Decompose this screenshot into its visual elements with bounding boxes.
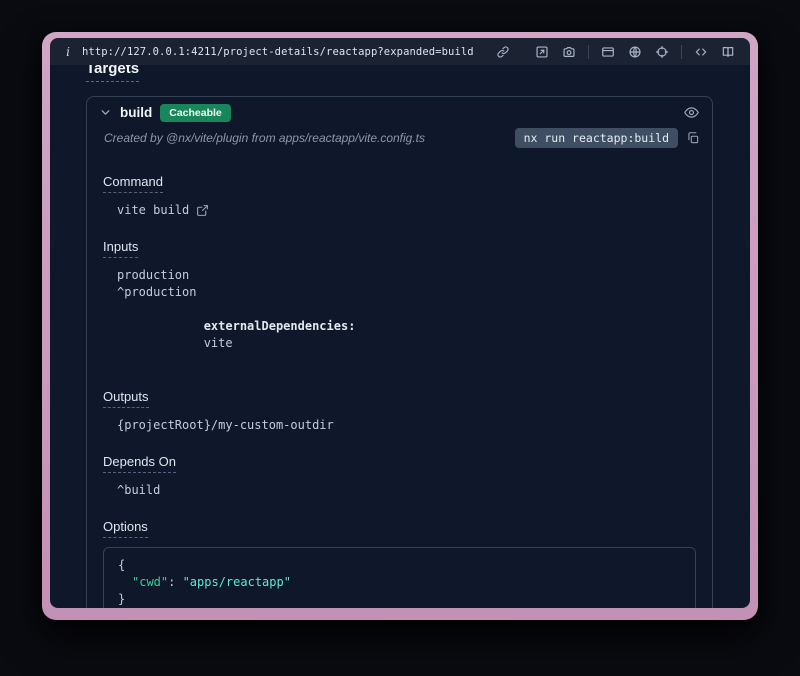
section-title: Depends On <box>103 454 176 473</box>
section-depends-on: Depends On ^build <box>103 454 696 499</box>
output-value: {projectRoot}/my-custom-outdir <box>117 417 696 434</box>
url-text: http://127.0.0.1:4211/project-details/re… <box>82 46 474 58</box>
crosshair-icon[interactable] <box>652 42 672 62</box>
section-title: Command <box>103 174 163 193</box>
toolbar-separator <box>588 45 589 59</box>
input-dep-key: externalDependencies: <box>204 319 356 333</box>
target-subheader: Created by @nx/vite/plugin from apps/rea… <box>87 126 712 160</box>
section-title: Options <box>103 519 148 538</box>
run-command-chip[interactable]: nx run reactapp:build <box>515 128 678 148</box>
section-command: Command vite build <box>103 174 696 219</box>
book-icon[interactable] <box>718 42 738 62</box>
page-content: Targets build Cacheable <box>50 65 750 608</box>
copy-icon[interactable] <box>686 131 700 145</box>
json-line: { <box>118 557 681 574</box>
target-name: build <box>120 105 152 120</box>
target-header-build[interactable]: build Cacheable <box>87 97 712 126</box>
input-item: ^production <box>117 284 696 301</box>
chevron-down-icon[interactable] <box>99 106 112 119</box>
target-card-build: build Cacheable Created by @nx/vite/plug… <box>86 96 713 608</box>
cacheable-badge: Cacheable <box>160 104 231 122</box>
input-item: externalDependencies: vite <box>117 301 696 369</box>
info-icon[interactable]: i <box>62 45 74 59</box>
window-icon[interactable] <box>598 42 618 62</box>
browser-window: i http://127.0.0.1:4211/project-details/… <box>42 32 758 620</box>
page-title: Targets <box>86 65 139 82</box>
globe-icon[interactable] <box>625 42 645 62</box>
code-icon[interactable] <box>691 42 711 62</box>
link-icon[interactable] <box>493 42 513 62</box>
target-details: Command vite build Inputs production <box>87 160 712 608</box>
depends-on-value: ^build <box>117 482 696 499</box>
command-value: vite build <box>117 202 189 219</box>
popout-icon[interactable] <box>532 42 552 62</box>
camera-icon[interactable] <box>559 42 579 62</box>
json-line: "cwd": "apps/reactapp" <box>118 574 681 591</box>
json-line: } <box>118 591 681 608</box>
input-dep-value: vite <box>204 336 233 350</box>
json-value: "apps/reactapp" <box>183 575 291 589</box>
command-row: vite build <box>117 202 696 219</box>
toolbar-separator <box>681 45 682 59</box>
section-options: Options { "cwd": "apps/reactapp" } <box>103 519 696 608</box>
external-link-icon[interactable] <box>196 204 209 217</box>
toolbar-actions <box>493 42 738 62</box>
json-colon: : <box>168 575 182 589</box>
section-title: Outputs <box>103 389 149 408</box>
json-key: "cwd" <box>132 575 168 589</box>
browser-toolbar: i http://127.0.0.1:4211/project-details/… <box>50 38 750 65</box>
input-item: production <box>117 267 696 284</box>
section-outputs: Outputs {projectRoot}/my-custom-outdir <box>103 389 696 434</box>
section-inputs: Inputs production ^production externalDe… <box>103 239 696 369</box>
options-code-block: { "cwd": "apps/reactapp" } <box>103 547 696 608</box>
created-by-text: Created by @nx/vite/plugin from apps/rea… <box>104 131 425 145</box>
section-title: Inputs <box>103 239 138 258</box>
eye-icon[interactable] <box>683 104 700 121</box>
